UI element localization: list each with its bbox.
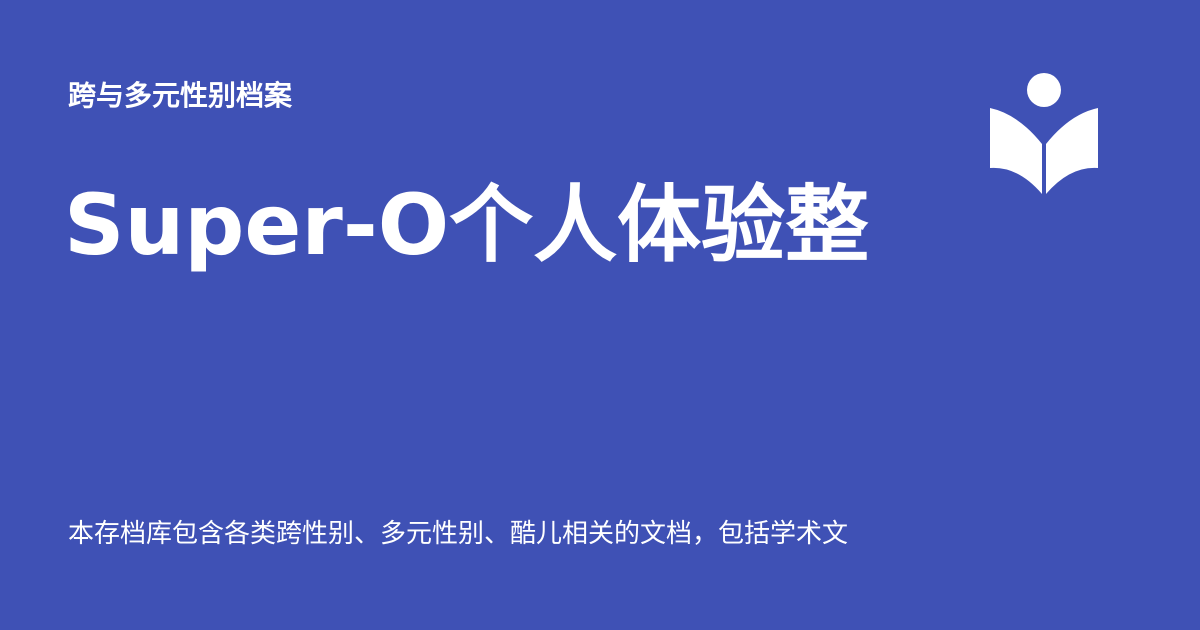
page-title: Super-O个人体验整 [64,176,870,274]
site-name: 跨与多元性别档案 [68,79,293,112]
page-description: 本存档库包含各类跨性别、多元性别、酷儿相关的文档，包括学术文 [68,519,849,549]
description-container: 本存档库包含各类跨性别、多元性别、酷儿相关的文档，包括学术文 [68,514,892,554]
title-container: Super-O个人体验整 [64,170,892,280]
reader-book-icon [990,73,1098,194]
share-card: 跨与多元性别档案 Super-O个人体验整 本存档库包含各类跨性别、多元性别、酷… [0,0,1200,630]
